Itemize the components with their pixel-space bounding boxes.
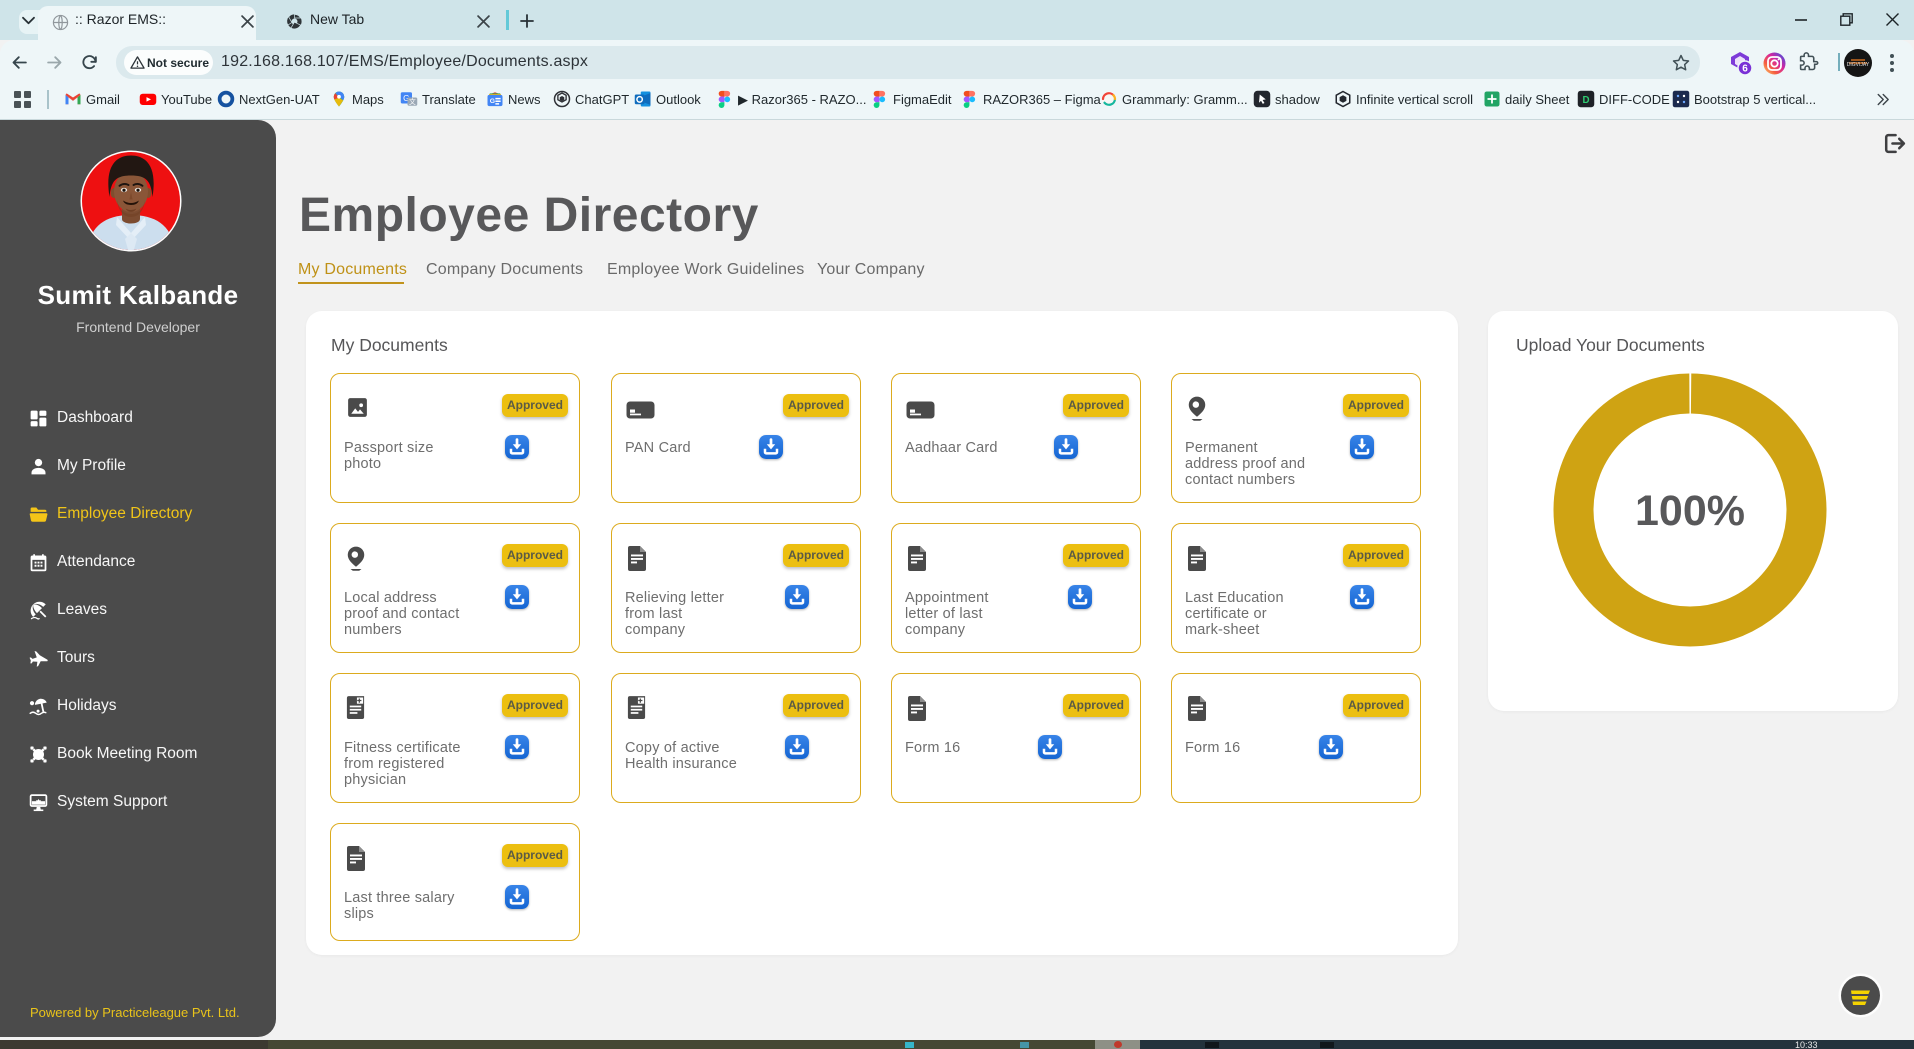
svg-text:6: 6	[1742, 64, 1748, 75]
svg-text:文: 文	[409, 97, 416, 106]
svg-text:G: G	[490, 98, 495, 105]
svg-text:100%: 100%	[1635, 487, 1745, 535]
svg-text:D: D	[1582, 95, 1589, 106]
svg-text:DIGVIJAY: DIGVIJAY	[1847, 62, 1870, 68]
